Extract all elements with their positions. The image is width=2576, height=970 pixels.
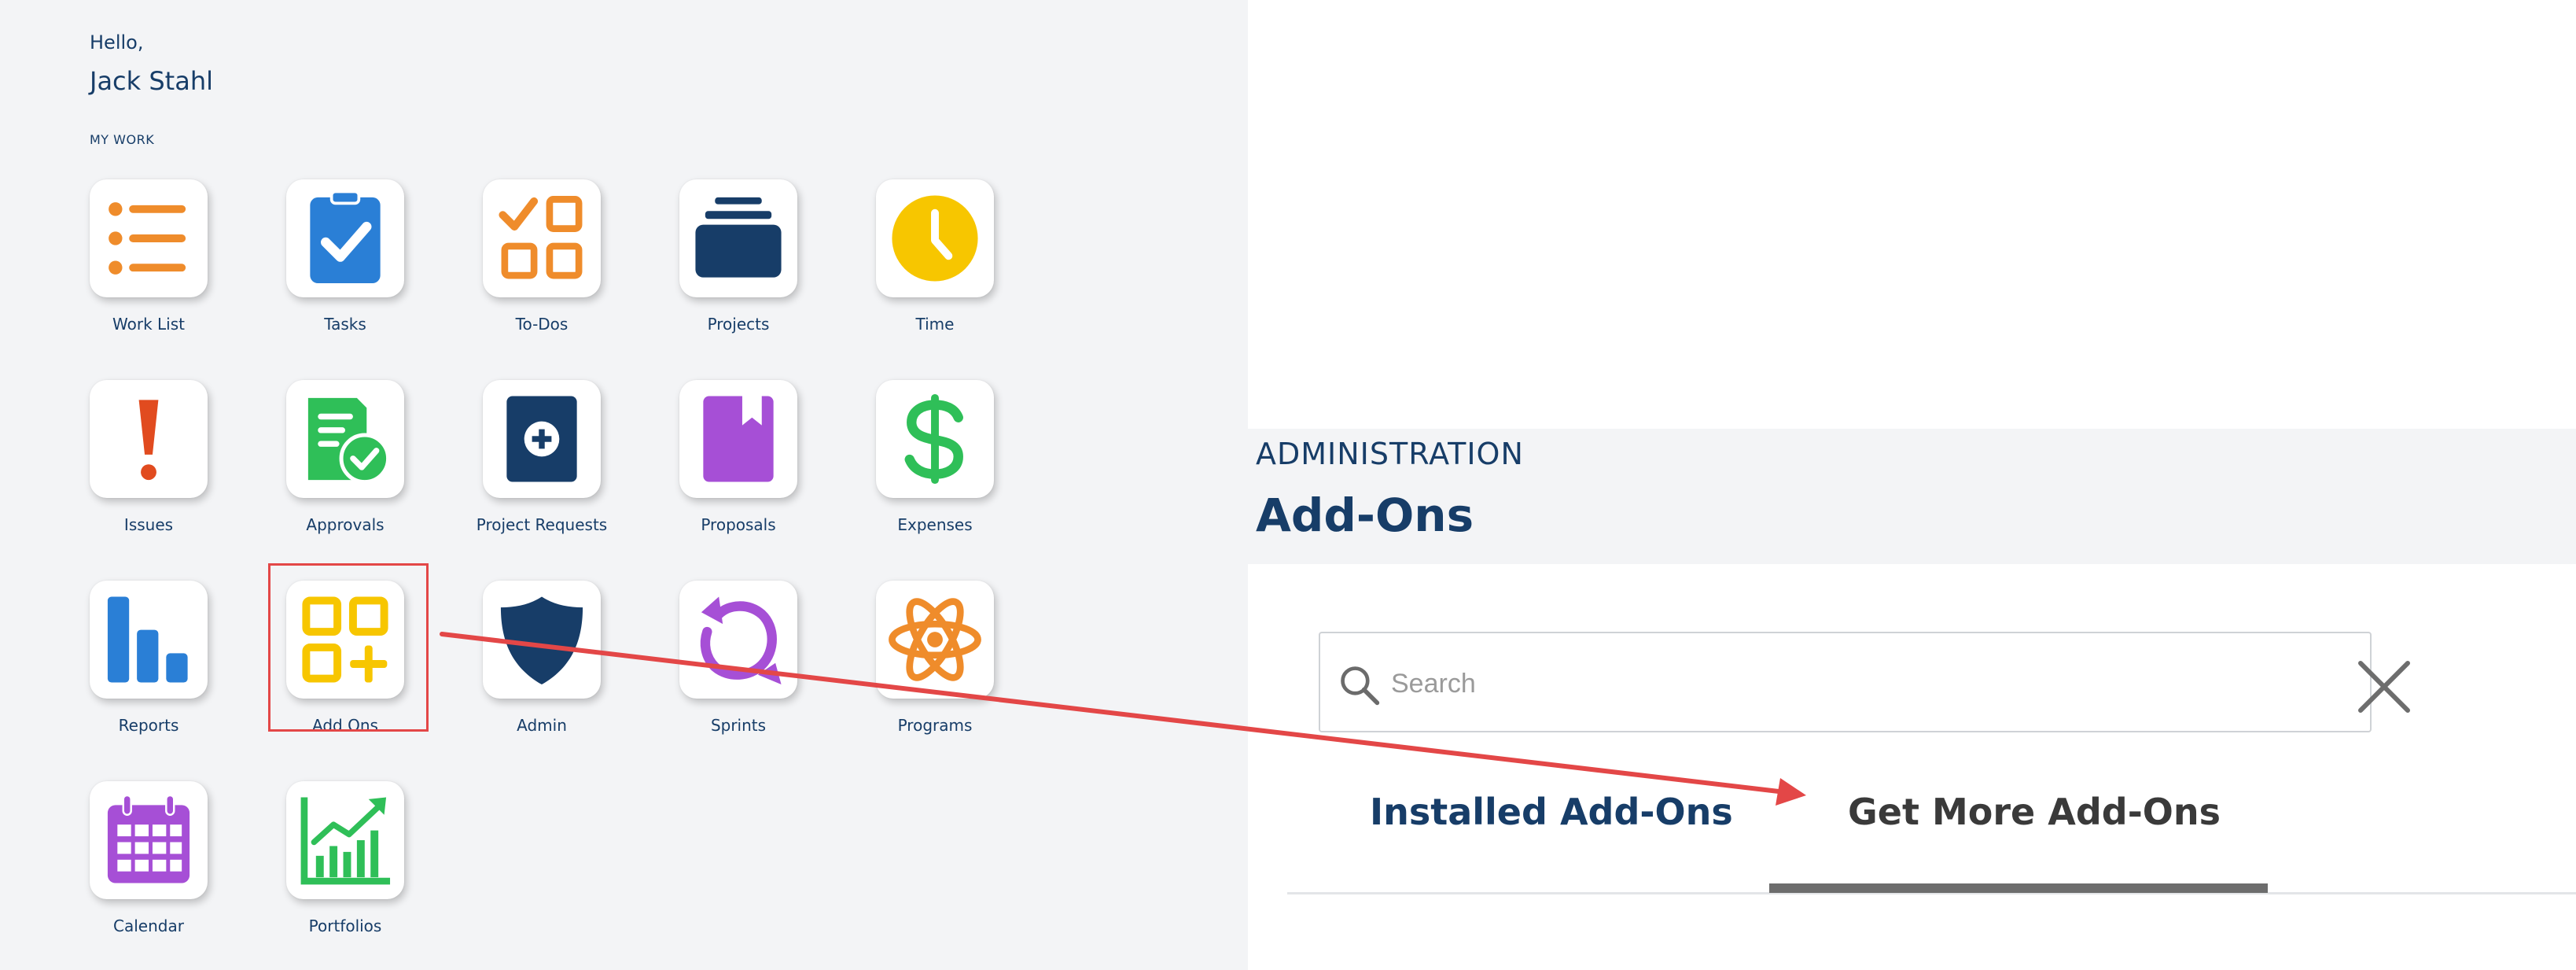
tile-work-list[interactable]: Work List — [50, 179, 247, 334]
atom-icon — [889, 598, 981, 681]
proposals-icon — [703, 396, 774, 482]
tile-label: To-Dos — [515, 315, 569, 334]
tile-label: Projects — [707, 315, 770, 334]
tile-calendar-box[interactable] — [90, 781, 208, 899]
tile-proposals[interactable]: Proposals — [640, 380, 837, 534]
tile-admin[interactable]: Admin — [443, 581, 640, 735]
annotation-highlight-box — [268, 563, 429, 732]
page-title: Add-Ons — [1256, 489, 1474, 542]
tile-label: Work List — [112, 315, 185, 334]
tile-work-list-box[interactable] — [90, 179, 208, 297]
active-tab-indicator — [1769, 883, 2268, 893]
calendar-icon — [107, 794, 190, 883]
tile-label: Admin — [517, 716, 567, 735]
search-input[interactable] — [1391, 651, 2335, 717]
tile-portfolios[interactable]: Portfolios — [247, 781, 443, 935]
tile-label: Issues — [123, 515, 174, 534]
admin-panel: ADMINISTRATION Add-Ons Installed Add-Ons… — [1248, 0, 2576, 970]
tile-label: Tasks — [324, 315, 366, 334]
tile-sprints[interactable]: Sprints — [640, 581, 837, 735]
dollar-icon — [904, 393, 963, 485]
tile-admin-box[interactable] — [483, 581, 601, 699]
tile-label: Sprints — [710, 716, 767, 735]
tile-calendar[interactable]: Calendar — [50, 781, 247, 935]
tile-sprints-box[interactable] — [679, 581, 797, 699]
tile-label: Approvals — [306, 515, 385, 534]
tile-time[interactable]: Time — [837, 179, 1033, 334]
tile-todos[interactable]: To-Dos — [443, 179, 640, 334]
tile-approvals[interactable]: Approvals — [247, 380, 443, 534]
tile-label: Project Requests — [476, 515, 608, 534]
tile-label: Proposals — [701, 515, 776, 534]
tile-projects-box[interactable] — [679, 179, 797, 297]
tile-approvals-box[interactable] — [286, 380, 404, 498]
close-icon[interactable] — [2353, 655, 2416, 718]
todos-icon — [499, 196, 583, 279]
tile-projects[interactable]: Projects — [640, 179, 837, 334]
tile-time-box[interactable] — [876, 179, 994, 297]
tile-portfolios-box[interactable] — [286, 781, 404, 899]
shield-icon — [500, 596, 583, 685]
user-name: Jack Stahl — [90, 66, 213, 96]
tile-issues-box[interactable] — [90, 380, 208, 498]
tile-tasks[interactable]: Tasks — [247, 179, 443, 334]
exclamation-icon — [138, 400, 159, 481]
search-icon — [1341, 666, 1380, 706]
tile-label: Portfolios — [308, 917, 382, 935]
projects-icon — [695, 197, 782, 278]
tile-programs-box[interactable] — [876, 581, 994, 699]
tab-get-more-add-ons[interactable]: Get More Add-Ons — [1848, 791, 2221, 833]
tile-project-requests[interactable]: Project Requests — [443, 380, 640, 534]
approvals-icon — [307, 397, 391, 485]
tile-label: Programs — [897, 716, 973, 735]
tasks-icon — [310, 190, 381, 284]
clock-icon — [892, 195, 978, 282]
tile-reports[interactable]: Reports — [50, 581, 247, 735]
tile-issues[interactable]: Issues — [50, 380, 247, 534]
tab-installed-add-ons[interactable]: Installed Add-Ons — [1370, 791, 1733, 833]
tile-project-requests-box[interactable] — [483, 380, 601, 498]
search-box[interactable] — [1319, 632, 2372, 732]
tile-expenses[interactable]: Expenses — [837, 380, 1033, 534]
admin-header: ADMINISTRATION Add-Ons — [1248, 429, 2576, 564]
tile-reports-box[interactable] — [90, 581, 208, 699]
project-requests-icon — [506, 396, 577, 482]
bar-chart-icon — [107, 596, 188, 683]
tile-proposals-box[interactable] — [679, 380, 797, 498]
tile-programs[interactable]: Programs — [837, 581, 1033, 735]
tile-label: Time — [915, 315, 955, 334]
page: Hello, Jack Stahl MY WORK Work List Task… — [0, 0, 2576, 970]
tile-label: Calendar — [113, 917, 184, 935]
tile-tasks-box[interactable] — [286, 179, 404, 297]
portfolios-icon — [300, 797, 391, 885]
sprints-icon — [700, 596, 782, 685]
section-label: MY WORK — [90, 132, 155, 147]
tile-expenses-box[interactable] — [876, 380, 994, 498]
admin-kicker: ADMINISTRATION — [1256, 437, 1524, 471]
work-list-icon — [109, 202, 186, 275]
tile-label: Expenses — [897, 515, 973, 534]
tile-label: Reports — [118, 716, 179, 735]
greeting: Hello, — [90, 31, 144, 53]
tile-todos-box[interactable] — [483, 179, 601, 297]
home-panel: Hello, Jack Stahl MY WORK Work List Task… — [0, 0, 1248, 970]
